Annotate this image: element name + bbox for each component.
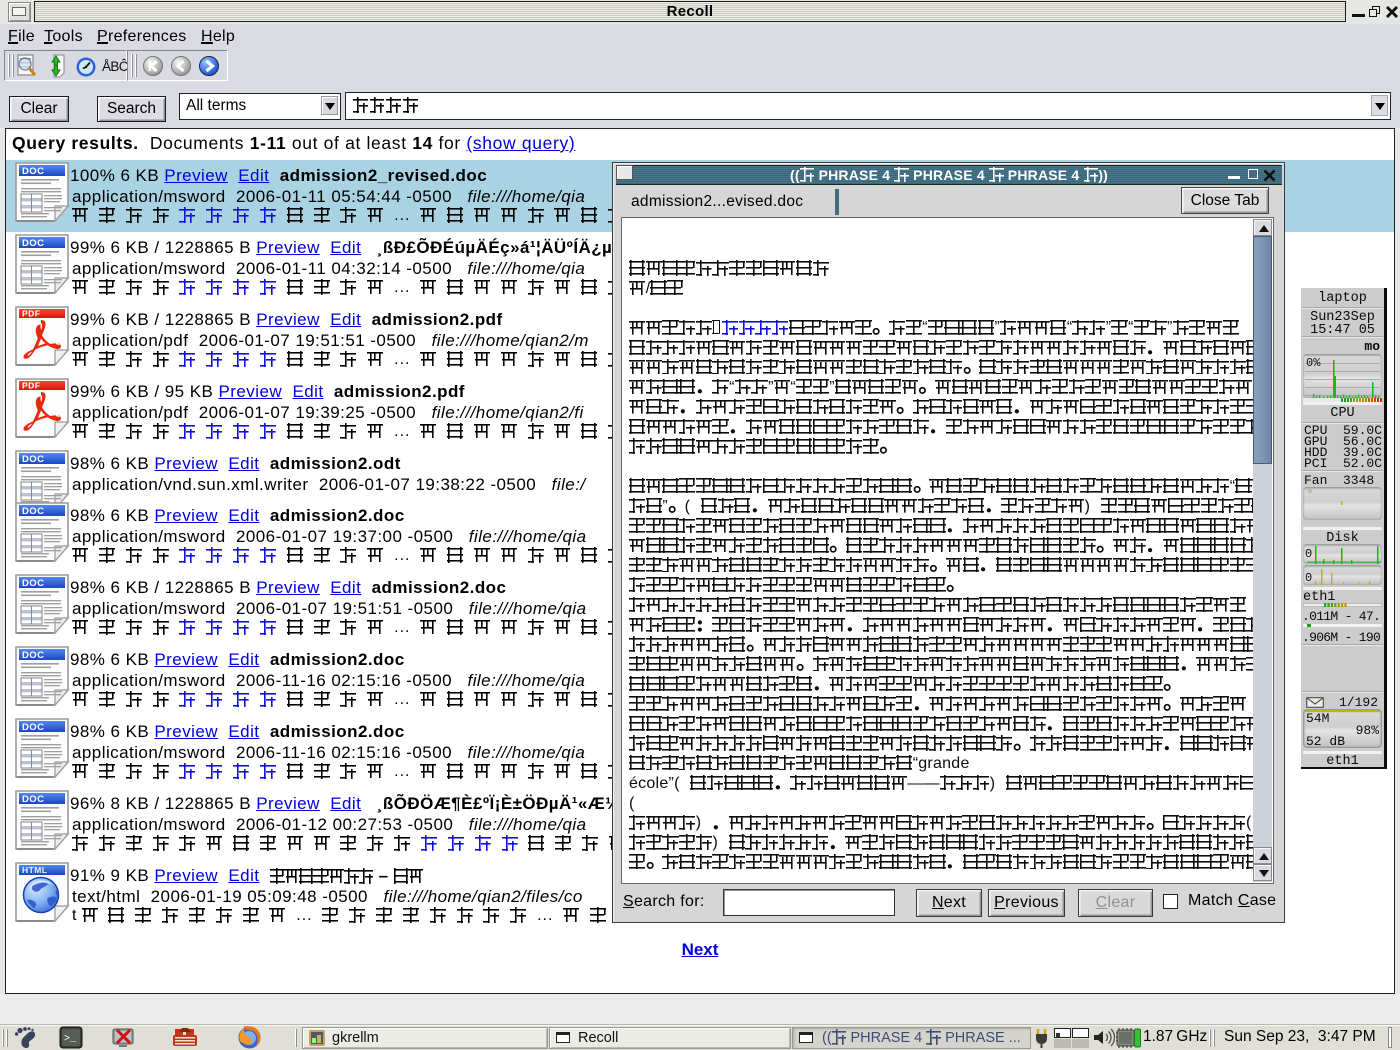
svg-text:DOC: DOC [22,578,44,589]
svg-text:0: 0 [1305,571,1312,585]
svg-text:DOC: DOC [22,650,44,661]
svg-text:0%: 0% [1306,356,1321,370]
svg-text:DOC: DOC [22,238,44,249]
svg-text:PDF: PDF [22,309,40,319]
svg-text:DOC: DOC [22,794,44,805]
svg-text:DOC: DOC [22,454,44,465]
svg-text:DOC: DOC [22,166,44,177]
svg-text:0: 0 [1305,547,1312,561]
svg-text:PDF: PDF [22,381,40,391]
svg-text:DOC: DOC [22,722,44,733]
svg-text:>_: >_ [64,1034,77,1045]
svg-text:DOC: DOC [22,506,44,517]
svg-text:HTML: HTML [22,865,47,875]
